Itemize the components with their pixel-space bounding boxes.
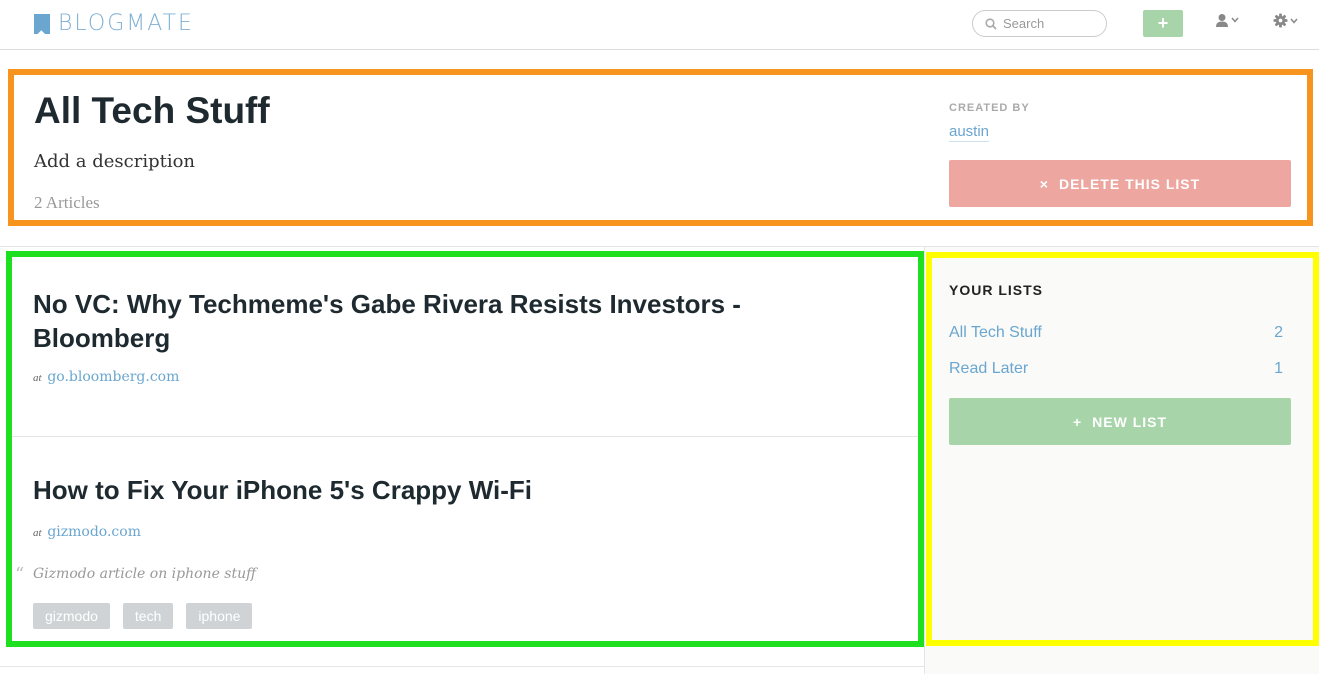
brand-logo[interactable]: BLOGMATE [34, 11, 194, 36]
top-nav-bar: BLOGMATE + [0, 0, 1319, 50]
article-source: at go.bloomberg.com [33, 369, 179, 385]
tag[interactable]: iphone [186, 603, 253, 629]
add-button[interactable]: + [1143, 10, 1183, 37]
sidebar-item-read-later[interactable]: Read Later 1 [949, 360, 1283, 378]
new-list-button[interactable]: + NEW LIST [949, 398, 1291, 445]
tag[interactable]: gizmodo [33, 603, 110, 629]
list-item: No VC: Why Techmeme's Gabe Rivera Resist… [12, 257, 918, 437]
close-icon: × [1039, 175, 1049, 192]
article-title[interactable]: How to Fix Your iPhone 5's Crappy Wi-Fi [33, 473, 833, 507]
list-title: All Tech Stuff [34, 90, 270, 131]
delete-list-button[interactable]: × DELETE THIS LIST [949, 160, 1291, 207]
list-header: All Tech Stuff Add a description 2 Artic… [8, 69, 1313, 226]
list-description[interactable]: Add a description [34, 151, 195, 172]
sidebar-item-all-tech-stuff[interactable]: All Tech Stuff 2 [949, 324, 1283, 342]
source-link[interactable]: gizmodo.com [47, 524, 141, 540]
source-link[interactable]: go.bloomberg.com [47, 369, 179, 385]
article-source: at gizmodo.com [33, 524, 141, 540]
article-list: No VC: Why Techmeme's Gabe Rivera Resist… [6, 251, 924, 647]
search-icon [985, 17, 997, 30]
search-input[interactable] [1003, 16, 1093, 31]
sidebar-item-count: 2 [1274, 324, 1283, 341]
user-menu[interactable] [1215, 13, 1239, 27]
search-box[interactable] [972, 10, 1107, 37]
user-icon [1216, 14, 1228, 27]
chevron-down-icon [1290, 18, 1298, 24]
creator-link[interactable]: austin [949, 123, 990, 142]
sidebar-item-count: 1 [1274, 360, 1283, 377]
source-prefix: at [33, 372, 42, 384]
sidebar: YOUR LISTS All Tech Stuff 2 Read Later 1… [926, 252, 1319, 646]
settings-menu[interactable] [1273, 13, 1298, 28]
plus-icon: + [1072, 413, 1083, 430]
delete-list-label: DELETE THIS LIST [1058, 175, 1201, 192]
article-title[interactable]: No VC: Why Techmeme's Gabe Rivera Resist… [33, 287, 833, 355]
tag[interactable]: tech [122, 603, 174, 629]
quote-icon: “ [15, 564, 25, 585]
gear-icon [1273, 13, 1288, 28]
article-note: Gizmodo article on iphone stuff [33, 566, 257, 582]
sidebar-item-label: Read Later [949, 360, 1029, 377]
source-prefix: at [33, 527, 42, 539]
sidebar-heading: YOUR LISTS [949, 282, 1044, 298]
created-by-label: CREATED BY [949, 102, 1030, 114]
brand-name: BLOGMATE [58, 11, 194, 36]
tag-list: gizmodo tech iphone [33, 603, 253, 629]
divider [0, 666, 924, 667]
chevron-down-icon [1231, 17, 1239, 23]
new-list-label: NEW LIST [1092, 413, 1168, 430]
article-count: 2 Articles [34, 193, 100, 212]
sidebar-item-label: All Tech Stuff [949, 324, 1042, 341]
list-item: How to Fix Your iPhone 5's Crappy Wi-Fi … [12, 438, 918, 641]
bookmark-logo-icon [34, 13, 50, 34]
